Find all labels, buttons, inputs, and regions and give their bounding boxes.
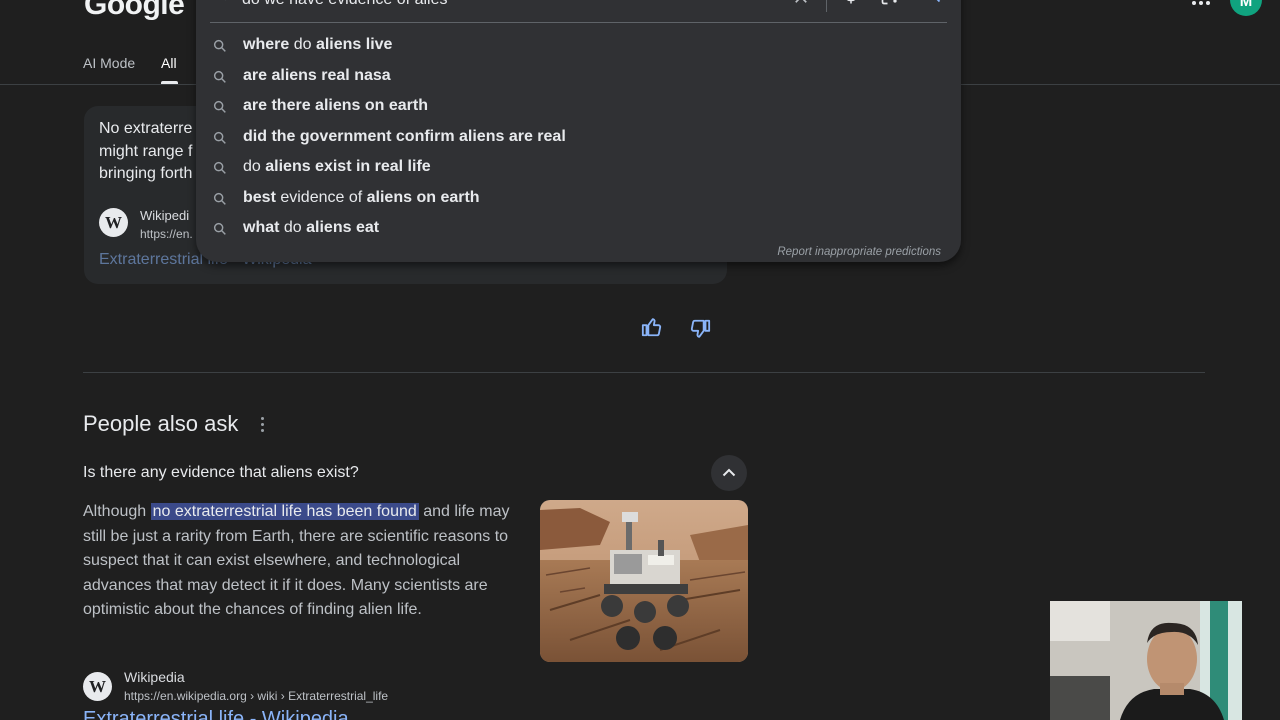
suggestion-text-part: aliens eat xyxy=(306,219,380,236)
mars-rover-image[interactable] xyxy=(540,500,748,662)
ai-overview-line: bringing forth xyxy=(99,165,193,182)
paa-source-link[interactable]: Extraterrestrial life - Wikipedia xyxy=(83,708,349,720)
suggestion-item[interactable]: are aliens real nasa xyxy=(212,62,912,92)
search-icon xyxy=(224,0,226,1)
suggestion-item[interactable]: what do aliens eat xyxy=(212,214,912,244)
tab-ai-mode[interactable]: AI Mode xyxy=(83,55,135,71)
search-box[interactable]: do we have evidence of alies xyxy=(196,0,961,22)
thumbs-down-icon[interactable] xyxy=(689,318,711,340)
search-icon xyxy=(213,161,226,174)
more-options-icon[interactable] xyxy=(259,416,267,434)
search-icon xyxy=(213,39,226,52)
tab-all[interactable]: All xyxy=(161,55,177,71)
report-predictions-link[interactable]: Report inappropriate predictions xyxy=(777,246,941,258)
paa-answer: Although no extraterrestrial life has be… xyxy=(83,500,513,623)
search-box-divider xyxy=(826,0,827,12)
google-logo[interactable]: Google xyxy=(84,0,185,22)
suggestion-item[interactable]: best evidence of aliens on earth xyxy=(212,184,912,214)
suggestion-text: do aliens exist in real life xyxy=(243,158,431,176)
search-icon xyxy=(213,192,226,205)
section-divider xyxy=(83,372,1205,373)
ai-source-name[interactable]: Wikipedi xyxy=(140,208,189,223)
search-suggestions-dropdown: do we have evidence of alies where do al… xyxy=(196,0,961,262)
wikipedia-icon: W xyxy=(99,208,128,237)
suggestion-item[interactable]: did the government confirm aliens are re… xyxy=(212,123,912,153)
answer-highlight: no extraterrestrial life has been found xyxy=(150,503,419,520)
answer-text-end: and life may still be just a rarity from… xyxy=(83,503,510,618)
search-submit-icon[interactable] xyxy=(922,0,942,4)
lens-icon[interactable] xyxy=(880,0,900,6)
webcam-overlay xyxy=(1050,601,1242,720)
paa-question[interactable]: Is there any evidence that aliens exist? xyxy=(83,464,359,482)
ai-overview-line: might range f xyxy=(99,142,193,160)
suggestion-text-part: do xyxy=(279,219,307,236)
search-icon xyxy=(213,100,226,113)
apps-grid-icon[interactable] xyxy=(1192,0,1210,8)
paa-source-url[interactable]: https://en.wikipedia.org › wiki › Extrat… xyxy=(124,689,388,703)
search-icon xyxy=(213,222,226,235)
suggestion-text-part: are aliens real nasa xyxy=(243,66,391,84)
account-avatar[interactable]: M xyxy=(1230,0,1262,16)
thumbs-up-icon[interactable] xyxy=(641,316,663,338)
suggestion-text: best evidence of aliens on earth xyxy=(243,189,480,207)
ai-overview-line: No extraterre xyxy=(99,120,193,137)
ai-source-url[interactable]: https://en. xyxy=(140,227,193,241)
suggestion-text-part: aliens on earth xyxy=(366,188,480,206)
suggestion-text-part: where xyxy=(243,36,290,53)
collapse-button[interactable] xyxy=(711,455,747,491)
search-icon xyxy=(213,70,226,83)
suggestion-text-part: did the government confirm aliens are re… xyxy=(243,127,566,145)
suggestion-item[interactable]: where do aliens live xyxy=(212,31,912,61)
chevron-up-icon xyxy=(722,468,736,477)
microphone-icon[interactable] xyxy=(842,0,860,6)
suggestion-text-part: do xyxy=(243,158,266,175)
suggestion-text-part: aliens live xyxy=(315,36,393,53)
search-icon xyxy=(213,131,226,144)
suggestion-text: are there aliens on earth xyxy=(243,97,428,115)
suggestion-text: what do aliens eat xyxy=(243,219,379,237)
suggestion-text: are aliens real nasa xyxy=(243,67,391,85)
suggestion-text-part: are there aliens on earth xyxy=(243,97,428,114)
search-input[interactable]: do we have evidence of alies xyxy=(242,0,447,9)
suggestion-text-part: do xyxy=(289,36,316,53)
ai-overview-text: No extraterre might range f bringing for… xyxy=(99,118,199,186)
people-also-ask-title: People also ask xyxy=(83,411,239,436)
suggestion-text: did the government confirm aliens are re… xyxy=(243,128,566,146)
suggestion-item[interactable]: are there aliens on earth xyxy=(212,92,912,122)
search-divider xyxy=(210,22,947,23)
clear-icon[interactable] xyxy=(792,0,810,6)
suggestion-text: where do aliens live xyxy=(243,36,392,54)
answer-text-start: Although xyxy=(83,503,151,520)
paa-source-name[interactable]: Wikipedia xyxy=(124,669,185,685)
wikipedia-icon: W xyxy=(83,672,112,701)
suggestion-text-part: evidence of xyxy=(275,188,367,206)
suggestion-text-part: what xyxy=(243,219,280,236)
suggestion-item[interactable]: do aliens exist in real life xyxy=(212,153,912,183)
suggestion-text-part: aliens exist in real life xyxy=(265,158,431,175)
suggestion-text-part: best xyxy=(243,188,276,206)
